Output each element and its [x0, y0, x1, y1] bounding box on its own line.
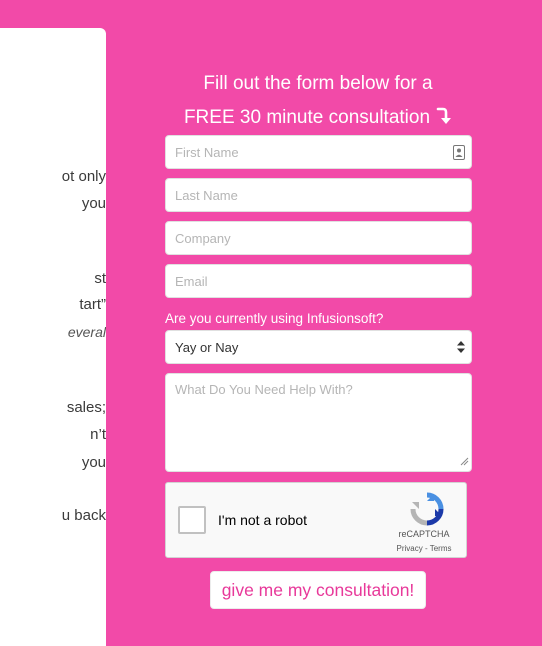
resize-handle-icon[interactable] — [460, 454, 469, 469]
body-text-line: tart” — [79, 296, 106, 313]
recaptcha-label: I'm not a robot — [218, 512, 308, 528]
form-heading-line-2: FREE 30 minute consultation — [140, 101, 496, 138]
email-input[interactable]: Email — [165, 264, 472, 298]
recaptcha-logo-icon — [410, 492, 444, 531]
body-text-line: you — [81, 454, 106, 471]
curved-down-arrow-icon — [436, 104, 452, 138]
infusionsoft-select[interactable]: Yay or Nay — [165, 330, 472, 364]
email-placeholder: Email — [175, 273, 208, 289]
contact-card-icon[interactable] — [453, 145, 465, 163]
infusionsoft-question-label: Are you currently using Infusionsoft? — [165, 311, 384, 326]
company-placeholder: Company — [175, 230, 231, 246]
recaptcha-checkbox[interactable] — [178, 506, 206, 534]
last-name-placeholder: Last Name — [175, 187, 238, 203]
help-textarea[interactable]: What Do You Need Help With? — [165, 373, 472, 472]
body-text-line: n’t — [90, 426, 106, 443]
recaptcha-terms-link[interactable]: Privacy - Terms — [388, 544, 460, 553]
help-placeholder: What Do You Need Help With? — [175, 382, 353, 397]
form-heading-line-1: Fill out the form below for a — [203, 73, 433, 94]
recaptcha-brand: reCAPTCHA — [398, 529, 450, 539]
submit-consultation-button[interactable]: give me my consultation! — [210, 571, 426, 609]
body-text-line: u back — [61, 507, 106, 524]
body-text-line: sales; — [66, 399, 106, 416]
select-arrows-icon — [457, 340, 465, 357]
first-name-placeholder: First Name — [175, 144, 239, 160]
last-name-input[interactable]: Last Name — [165, 178, 472, 212]
recaptcha-widget: I'm not a robot reCAPTCHA Privacy - Term… — [165, 482, 467, 558]
form-heading-text: FREE 30 minute consultation — [183, 107, 431, 128]
company-input[interactable]: Company — [165, 221, 472, 255]
select-value: Yay or Nay — [175, 339, 239, 355]
first-name-input[interactable]: First Name — [165, 135, 472, 169]
body-text-line: you — [81, 195, 106, 212]
content-card: ot only you st tart” everal sales; n’t y… — [0, 28, 106, 646]
body-text-line: everal — [67, 324, 106, 340]
body-text-line: ot only — [61, 168, 106, 185]
body-text-line: st — [94, 270, 106, 287]
